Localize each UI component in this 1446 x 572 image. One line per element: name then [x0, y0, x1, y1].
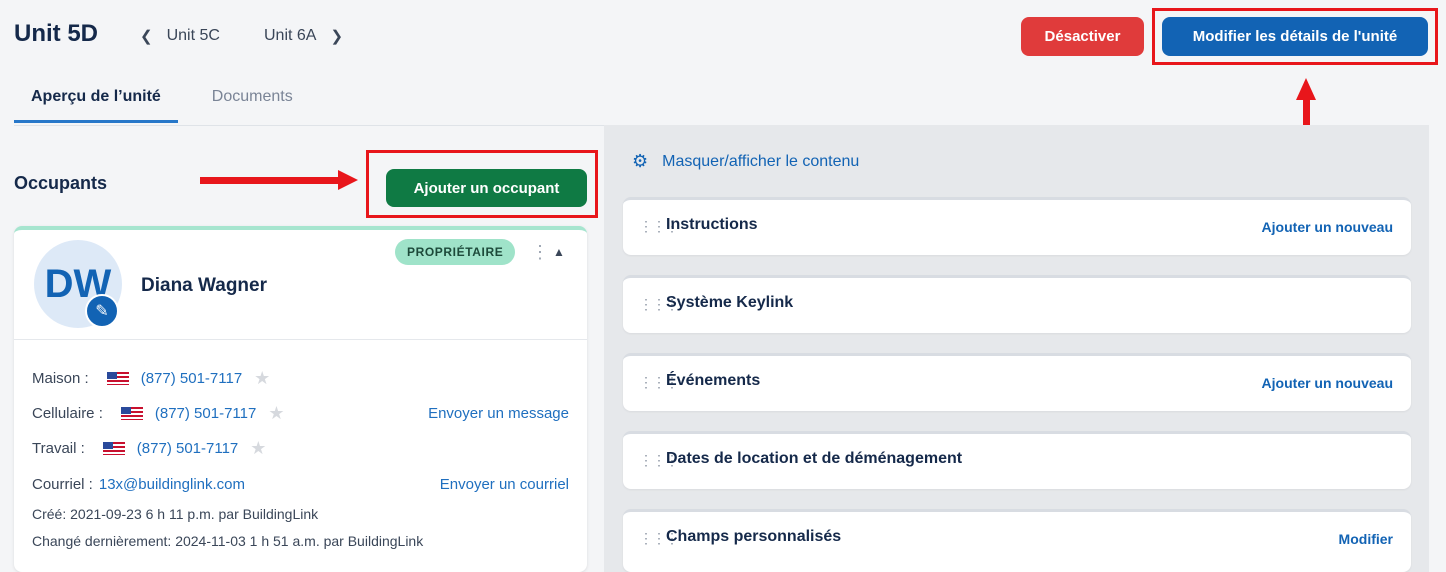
cell-phone-row: Cellulaire : (877) 501-7117 ★: [32, 403, 284, 424]
us-flag-icon: [120, 407, 143, 420]
highlight-box-modify: [1152, 8, 1438, 65]
more-options-icon[interactable]: ⋮: [531, 242, 549, 263]
section-title: Dates de location et de déménagement: [666, 450, 963, 467]
toggle-content-label: Masquer/afficher le contenu: [662, 152, 860, 170]
edit-pencil-icon[interactable]: ✎: [85, 294, 119, 328]
add-new-instruction-link[interactable]: Ajouter un nouveau: [1262, 219, 1393, 235]
section-keylink: ⋮⋮⋮ Système Keylink: [623, 275, 1411, 333]
star-icon[interactable]: ★: [250, 438, 266, 459]
work-label: Travail :: [32, 440, 85, 457]
toggle-content-link[interactable]: ⚙ Masquer/afficher le contenu: [632, 151, 859, 172]
email-label: Courriel :: [32, 476, 93, 493]
section-rental-dates: ⋮⋮⋮ Dates de location et de déménagement: [623, 431, 1411, 489]
work-phone-row: Travail : (877) 501-7117 ★: [32, 438, 266, 459]
section-title: Événements: [666, 372, 761, 389]
email-link[interactable]: 13x@buildinglink.com: [99, 476, 245, 493]
page-title: Unit 5D: [14, 20, 98, 47]
star-icon[interactable]: ★: [254, 368, 270, 389]
us-flag-icon: [106, 372, 129, 385]
annotation-arrow-up-icon: [1296, 78, 1316, 100]
created-info: Créé: 2021-09-23 6 h 11 p.m. par Buildin…: [32, 506, 319, 522]
unit-tabs: Aperçu de l’unité Documents: [14, 78, 327, 123]
send-message-link[interactable]: Envoyer un message: [428, 405, 569, 422]
work-phone-link[interactable]: (877) 501-7117: [137, 440, 238, 457]
email-row: Courriel : 13x@buildinglink.com: [32, 476, 245, 493]
home-phone-row: Maison : (877) 501-7117 ★: [32, 368, 270, 389]
annotation-arrow-right-shaft: [200, 177, 342, 184]
send-email-link[interactable]: Envoyer un courriel: [440, 476, 569, 493]
next-unit-link[interactable]: Unit 6A ❯: [264, 27, 343, 45]
content-panel: [604, 125, 1429, 572]
section-title: Système Keylink: [666, 294, 794, 311]
next-unit-label: Unit 6A: [264, 27, 317, 44]
add-new-event-link[interactable]: Ajouter un nouveau: [1262, 375, 1393, 391]
tab-unit-overview[interactable]: Aperçu de l’unité: [14, 78, 178, 123]
last-changed-info: Changé dernièrement: 2024-11-03 1 h 51 a…: [32, 533, 424, 549]
section-title: Champs personnalisés: [666, 528, 842, 545]
section-instructions: ⋮⋮⋮ Instructions Ajouter un nouveau: [623, 197, 1411, 255]
previous-unit-link[interactable]: ❮ Unit 5C: [140, 27, 220, 45]
us-flag-icon: [102, 442, 125, 455]
chevron-left-icon: ❮: [140, 28, 153, 45]
occupant-name: Diana Wagner: [141, 275, 267, 296]
home-phone-link[interactable]: (877) 501-7117: [141, 370, 242, 387]
star-icon[interactable]: ★: [268, 403, 284, 424]
collapse-caret-icon[interactable]: ▲: [553, 245, 565, 259]
previous-unit-label: Unit 5C: [166, 27, 220, 44]
cell-phone-link[interactable]: (877) 501-7117: [155, 405, 256, 422]
section-events: ⋮⋮⋮ Événements Ajouter un nouveau: [623, 353, 1411, 411]
occupant-card-header: DW ✎ Diana Wagner PROPRIÉTAIRE ⋮ ▲: [14, 230, 587, 340]
cell-label: Cellulaire :: [32, 405, 103, 422]
deactivate-button[interactable]: Désactiver: [1021, 17, 1144, 56]
add-occupant-button[interactable]: Ajouter un occupant: [386, 169, 587, 207]
annotation-arrow-right-icon: [338, 170, 358, 190]
role-badge: PROPRIÉTAIRE: [395, 239, 516, 265]
tab-documents[interactable]: Documents: [212, 78, 293, 123]
occupant-card: DW ✎ Diana Wagner PROPRIÉTAIRE ⋮ ▲ Maiso…: [14, 226, 587, 572]
modify-custom-fields-link[interactable]: Modifier: [1339, 531, 1393, 547]
section-title: Instructions: [666, 216, 758, 233]
gear-icon: ⚙: [632, 151, 649, 171]
tabs-divider: [14, 125, 604, 126]
chevron-right-icon: ❯: [330, 28, 344, 45]
section-custom-fields: ⋮⋮⋮ Champs personnalisés Modifier: [623, 509, 1411, 572]
home-label: Maison :: [32, 370, 89, 387]
occupants-heading: Occupants: [14, 173, 108, 193]
